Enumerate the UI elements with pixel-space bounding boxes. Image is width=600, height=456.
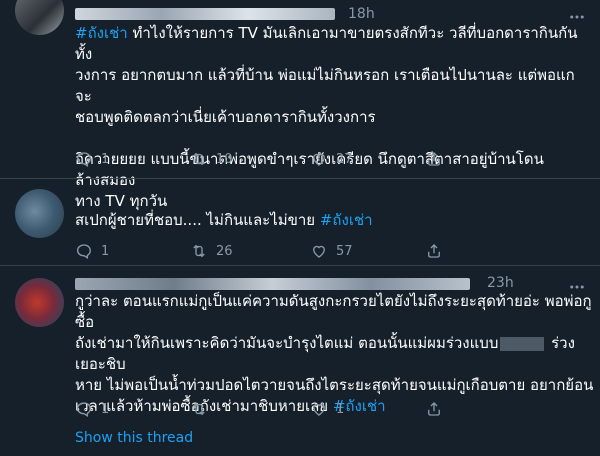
- share-icon: [428, 152, 440, 166]
- reply-button[interactable]: 1: [75, 150, 109, 168]
- reply-icon: [76, 244, 91, 259]
- reply-count: 1: [101, 151, 110, 167]
- tweet-2[interactable]: สเปกผู้ชายที่ชอบ.... ไม่กินและไม่ขาย #ถั…: [0, 179, 600, 265]
- tweet-text: สเปกผู้ชายที่ชอบ.... ไม่กินและไม่ขาย #ถั…: [75, 210, 590, 231]
- tweet-text-line: หาย ไม่พอเป็นน้ำท่วมปอดไตวายจนถึงไตระยะส…: [75, 376, 594, 394]
- tweet-text-line: ชอบพูดติดตลกว่าเนี่ยเค้าบอกดารากินทั้งวง…: [75, 108, 376, 126]
- reply-count: 1: [101, 401, 110, 417]
- tweet-timestamp[interactable]: 18h: [348, 6, 375, 22]
- tweet-text-line: ทำไงให้รายการ TV มันเลิกเอามาขายตรงสักที…: [75, 24, 578, 63]
- like-count: 1: [336, 401, 345, 417]
- like-button[interactable]: 1: [310, 400, 344, 418]
- share-button[interactable]: [425, 242, 443, 260]
- retweet-count: 10: [216, 151, 233, 167]
- avatar[interactable]: [15, 0, 64, 35]
- like-icon: [313, 245, 325, 258]
- reply-button[interactable]: 1: [75, 400, 109, 418]
- tweet-text-line: วงการ อยากตบมาก แล้วที่บ้าน พ่อแม่ไม่กิน…: [75, 66, 575, 105]
- retweet-icon: [193, 244, 205, 258]
- like-count: 27: [336, 151, 353, 167]
- share-icon: [428, 402, 440, 416]
- retweet-button[interactable]: 10: [190, 150, 233, 168]
- like-button[interactable]: 27: [310, 150, 353, 168]
- retweet-button[interactable]: [190, 400, 216, 418]
- like-icon: [313, 403, 325, 416]
- like-icon: [313, 153, 325, 166]
- reply-count: 1: [101, 243, 110, 259]
- tweet-text-line: ถังเช่ามาให้กินเพราะคิดว่ามันจะบำรุงไตแม…: [75, 334, 499, 352]
- tweet-text-line: กูว่าละ ตอนแรกแม่กูเป็นแค่ความดันสูงกะกร…: [75, 292, 592, 331]
- share-button[interactable]: [425, 400, 443, 418]
- hashtag-link[interactable]: #ถังเช่า: [320, 211, 373, 229]
- tweet-1[interactable]: 18h #ถังเช่า ทำไงให้รายการ TV มันเลิกเอา…: [0, 0, 600, 210]
- avatar[interactable]: [15, 278, 64, 327]
- retweet-icon: [193, 152, 205, 166]
- show-thread-link[interactable]: Show this thread: [75, 430, 193, 446]
- tweet-timestamp[interactable]: 23h: [487, 275, 514, 291]
- hashtag-link[interactable]: #ถังเช่า: [75, 24, 128, 42]
- tweet-text: กูว่าละ ตอนแรกแม่กูเป็นแค่ความดันสูงกะกร…: [75, 291, 595, 417]
- reply-button[interactable]: 1: [75, 242, 109, 260]
- reply-icon: [76, 402, 91, 417]
- share-icon: [428, 244, 440, 258]
- censored-word: [500, 336, 545, 351]
- retweet-icon: [193, 402, 205, 416]
- tweet-text-main: สเปกผู้ชายที่ชอบ.... ไม่กินและไม่ขาย: [75, 211, 320, 229]
- tweet-3[interactable]: 23h กูว่าละ ตอนแรกแม่กูเป็นแค่ความดันสูง…: [0, 266, 600, 456]
- avatar[interactable]: [15, 189, 64, 238]
- display-name-censored: [75, 8, 335, 20]
- like-count: 57: [336, 243, 353, 259]
- like-button[interactable]: 57: [310, 242, 353, 260]
- reply-icon: [76, 152, 91, 167]
- retweet-button[interactable]: 26: [190, 242, 233, 260]
- display-name-censored: [75, 278, 470, 290]
- retweet-count: 26: [216, 243, 233, 259]
- share-button[interactable]: [425, 150, 443, 168]
